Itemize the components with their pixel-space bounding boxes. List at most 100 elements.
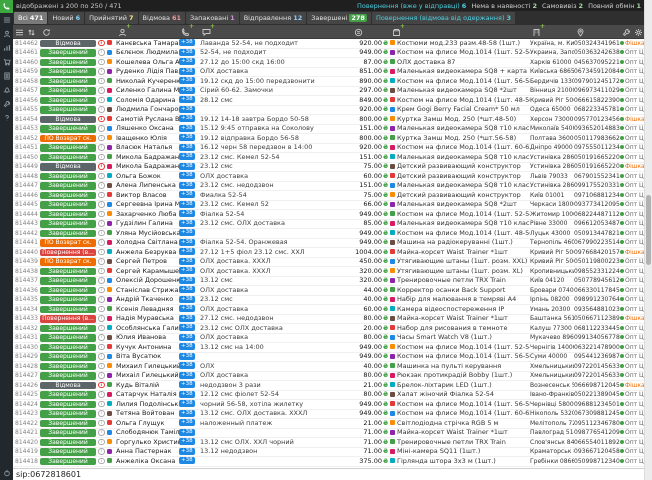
product-cell[interactable]: Костюм на флисе Мод.1014 (1шт. 52-54): [390, 210, 530, 219]
phone-badge[interactable]: +38: [179, 277, 195, 284]
order-note[interactable]: Фіалка 52-54: [200, 210, 352, 219]
status-badge[interactable]: Завершений: [40, 78, 96, 86]
info-icon[interactable]: i: [98, 144, 105, 151]
info-icon[interactable]: i: [98, 306, 105, 313]
status-badge[interactable]: Завершений: [40, 87, 96, 95]
product-cell[interactable]: Машина на радіокеруванні (1шт.): [390, 238, 530, 247]
table-row[interactable]: 814439 ПО Возврат ск. i Сергей Петров +3…: [13, 258, 644, 268]
product-cell[interactable]: Маленькая видеокамера SQ8 *2шт: [390, 86, 530, 95]
table-row[interactable]: 814426 Відмова i Кудь Віталій +38 недодз…: [13, 381, 644, 391]
table-row[interactable]: 814455 Завершений i Людмила Гончарова +3…: [13, 106, 644, 116]
phone-badge[interactable]: +38: [179, 305, 195, 312]
status-badge[interactable]: Завершений: [40, 363, 96, 371]
table-row[interactable]: 814422 Завершений i Ольга Глущук +38 нал…: [13, 419, 644, 429]
info-icon[interactable]: i: [98, 97, 105, 104]
info-icon[interactable]: i: [98, 334, 105, 341]
product-cell[interactable]: Машинка на пульті керування: [390, 362, 530, 371]
product-cell[interactable]: Утягивающие штаны (1шт. розм. XXL): [390, 257, 530, 266]
order-note[interactable]: 23.12 смс. ОЛХ доставка: [200, 219, 352, 228]
phone-badge[interactable]: +38: [179, 448, 195, 455]
status-badge[interactable]: Завершений: [40, 144, 96, 152]
product-cell[interactable]: Рюкзак протикрадій Bobby (1шт.): [390, 371, 530, 380]
phone-badge[interactable]: +38: [179, 391, 195, 398]
customer-name[interactable]: Сергеевна Ірина Ми...: [116, 200, 179, 209]
order-note[interactable]: 19.12 скд до 15:00 передзвонити: [200, 77, 352, 86]
customer-name[interactable]: Горгулько Христина: [116, 438, 179, 447]
status-tab[interactable]: Завершені 278: [307, 12, 371, 24]
table-row[interactable]: 814451 Завершений i Власюк Наталья +38 1…: [13, 144, 644, 154]
customer-name[interactable]: Канєвська Тамара: [116, 39, 179, 48]
customer-name[interactable]: Віта Вусатюк: [116, 352, 179, 361]
order-note[interactable]: 12.12 смс фіолет 52-54: [200, 390, 352, 399]
order-note[interactable]: 19.12 14-18 завтра Бордо 50-58: [200, 115, 352, 124]
sort-icon[interactable]: [27, 28, 36, 37]
phone-badge[interactable]: +38: [179, 125, 195, 132]
product-cell[interactable]: Халат жіночий Фіалка 52-54: [390, 390, 530, 399]
phone-badge[interactable]: +38: [179, 182, 195, 189]
info-icon[interactable]: i: [98, 40, 105, 47]
table-row[interactable]: 814457 Завершений i Силенко Галина М... …: [13, 87, 644, 97]
phone-badge[interactable]: +38: [179, 457, 195, 464]
status-badge[interactable]: Завершений: [40, 268, 96, 276]
phone-badge[interactable]: +38: [179, 106, 195, 113]
order-note[interactable]: ОЛХ доставка: [200, 371, 352, 380]
customer-name[interactable]: Особлянська Галина: [116, 324, 179, 333]
phone-badge[interactable]: +38: [179, 372, 195, 379]
order-note[interactable]: Фіалка 52-54. Оранжевая: [200, 238, 352, 247]
money-icon[interactable]: [354, 28, 363, 37]
phone-badge[interactable]: +38: [179, 296, 195, 303]
customer-name[interactable]: Виктор Власов: [116, 191, 179, 200]
product-cell[interactable]: Міні-камера SQ11 (1шт.): [390, 447, 530, 456]
customer-name[interactable]: Анжела Безруква: [116, 248, 179, 257]
order-note[interactable]: 23.12 смс: [200, 162, 352, 171]
phone-badge[interactable]: +38: [179, 410, 195, 417]
status-badge[interactable]: Завершений: [40, 334, 96, 342]
phone-badge[interactable]: +38: [179, 239, 195, 246]
status-badge[interactable]: Відмова: [40, 382, 96, 390]
info-icon[interactable]: i: [98, 258, 105, 265]
status-tab[interactable]: Новий 6: [48, 12, 84, 24]
table-row[interactable]: 814454 Відмова i Самотій Руслана Во... +…: [13, 115, 644, 125]
phone-badge[interactable]: +38: [179, 210, 195, 217]
info-icon[interactable]: i: [98, 344, 105, 351]
order-note[interactable]: 13.12 недодзвон: [200, 447, 352, 456]
info-icon[interactable]: i: [98, 116, 105, 123]
table-row[interactable]: 814421 Завершений i Слободянюк Таміла +3…: [13, 429, 644, 439]
table-row[interactable]: 814436 Завершений i Станіслав Стрижак +3…: [13, 286, 644, 296]
table-row[interactable]: 814428 Завершений i Михаил Гилецький +38…: [13, 362, 644, 372]
status-badge[interactable]: Завершений: [40, 59, 96, 67]
table-row[interactable]: 814433 Повернення (в... i Надія Муравськ…: [13, 315, 644, 325]
menu-icon[interactable]: [15, 28, 24, 37]
order-note[interactable]: Сірий 60-62. Замочки: [200, 86, 352, 95]
info-icon[interactable]: i: [98, 277, 105, 284]
status-badge[interactable]: ПО Возврат ск.: [40, 239, 96, 247]
info-icon[interactable]: i: [98, 391, 105, 398]
status-badge[interactable]: Завершений: [40, 372, 96, 380]
scrollbar-thumb[interactable]: [646, 195, 651, 265]
info-icon[interactable]: i: [98, 429, 105, 436]
info-icon[interactable]: i: [98, 315, 105, 322]
status-badge[interactable]: Завершений: [40, 448, 96, 456]
customer-name[interactable]: Слободянюк Таміла: [116, 428, 179, 437]
phone-badge[interactable]: +38: [179, 324, 195, 331]
order-note[interactable]: Лаванда 52-54, не подходит: [200, 39, 352, 48]
info-icon[interactable]: i: [98, 87, 105, 94]
phone-badge[interactable]: +38: [179, 381, 195, 388]
product-cell[interactable]: Костюм на флисе Мод.1014 (1шт. 52-54): [390, 48, 530, 57]
product-cell[interactable]: Костюм на флисе Мод.1014 (1шт. 56-58): [390, 352, 530, 361]
info-icon[interactable]: i: [98, 163, 105, 170]
product-cell[interactable]: Майка-корсет Waist Trainer *1шт: [390, 248, 530, 257]
phone-badge[interactable]: +38: [179, 220, 195, 227]
status-badge[interactable]: Завершений: [40, 106, 96, 114]
info-icon[interactable]: i: [98, 135, 105, 142]
phone-icon[interactable]: +: [181, 28, 190, 37]
product-cell[interactable]: Маленькая видеокамера SQ8 + карта: [390, 67, 530, 76]
user-icon[interactable]: [0, 27, 13, 41]
customer-name[interactable]: Сергей Карамышев: [116, 267, 179, 276]
product-cell[interactable]: Набір для малювання в темряві А4: [390, 295, 530, 304]
order-note[interactable]: 27.12 до 15:00 скд 16:00: [200, 58, 352, 67]
table-row[interactable]: 814444 Завершений i Захарченко Люба +38 …: [13, 210, 644, 220]
chart-icon[interactable]: [0, 41, 13, 55]
order-note[interactable]: ОЛХ доставка: [200, 333, 352, 342]
product-cell[interactable]: Куртка Замш Мод. 250 (*шт.48-50): [390, 115, 530, 124]
